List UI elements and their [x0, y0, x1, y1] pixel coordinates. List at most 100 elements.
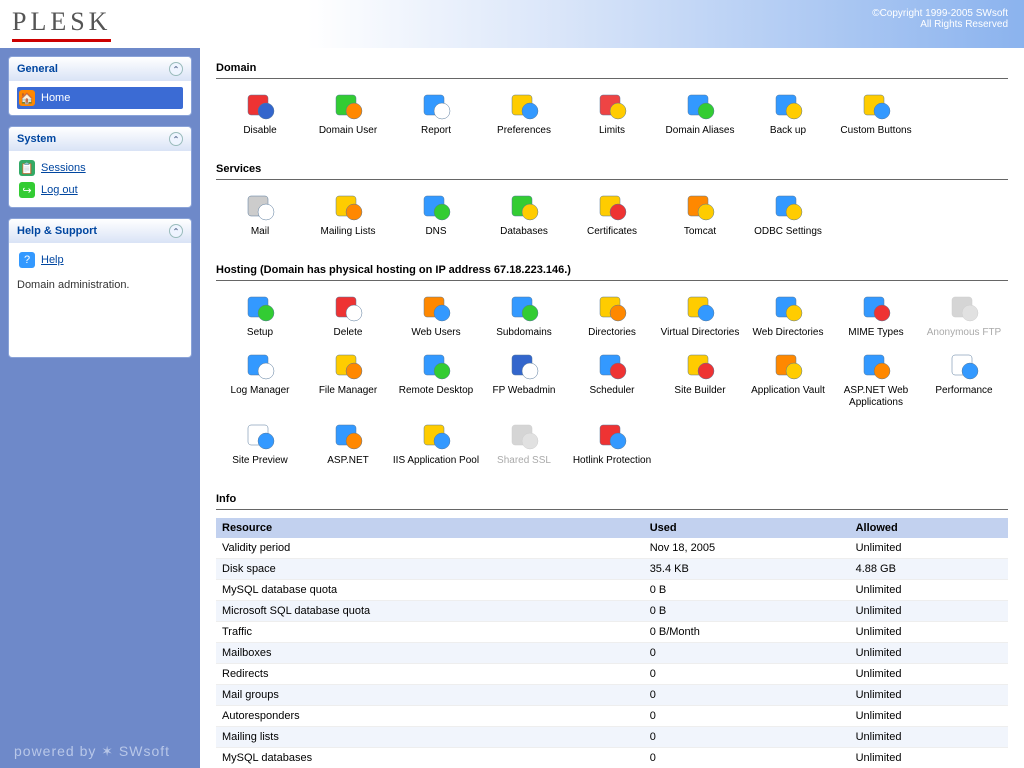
panel-head[interactable]: Help & Support⌃ — [9, 219, 191, 243]
table-row: Validity periodNov 18, 2005Unlimited — [216, 538, 1008, 559]
setup-button[interactable]: Setup — [216, 289, 304, 347]
icon-label: Site Preview — [216, 455, 304, 467]
mime-types-button[interactable]: MIME Types — [832, 289, 920, 347]
icon-label: Databases — [480, 226, 568, 238]
domain-aliases-button[interactable]: Domain Aliases — [656, 87, 744, 145]
icon-label: Subdomains — [480, 327, 568, 339]
site-preview-icon — [244, 419, 276, 451]
collapse-icon[interactable]: ⌃ — [169, 224, 183, 238]
mailing-lists-button[interactable]: Mailing Lists — [304, 188, 392, 246]
cell-used: 35.4 KB — [644, 559, 850, 580]
site-builder-icon — [684, 349, 716, 381]
nav-help[interactable]: ?Help — [17, 249, 183, 271]
shared-ssl-icon — [508, 419, 540, 451]
subdomains-button[interactable]: Subdomains — [480, 289, 568, 347]
web-users-button[interactable]: Web Users — [392, 289, 480, 347]
cell-used: 0 — [644, 727, 850, 748]
info-table: ResourceUsedAllowed Validity periodNov 1… — [216, 518, 1008, 768]
site-preview-button[interactable]: Site Preview — [216, 417, 304, 475]
section-services-title: Services — [216, 159, 1008, 180]
custom-buttons-button[interactable]: Custom Buttons — [832, 87, 920, 145]
preferences-button[interactable]: Preferences — [480, 87, 568, 145]
copyright: ©Copyright 1999-2005 SWsoft All Rights R… — [872, 8, 1008, 30]
table-row: Mail groups0Unlimited — [216, 685, 1008, 706]
header: PLESK ©Copyright 1999-2005 SWsoft All Ri… — [0, 0, 1024, 48]
fp-webadmin-button[interactable]: FP Webadmin — [480, 347, 568, 417]
icon-label: ODBC Settings — [744, 226, 832, 238]
file-manager-button[interactable]: File Manager — [304, 347, 392, 417]
mail-button[interactable]: Mail — [216, 188, 304, 246]
performance-button[interactable]: Performance — [920, 347, 1008, 417]
report-button[interactable]: Report — [392, 87, 480, 145]
backup-icon — [772, 89, 804, 121]
app-vault-button[interactable]: Application Vault — [744, 347, 832, 417]
databases-button[interactable]: Databases — [480, 188, 568, 246]
icon-label: Back up — [744, 125, 832, 137]
directories-button[interactable]: Directories — [568, 289, 656, 347]
iis-pool-button[interactable]: IIS Application Pool — [392, 417, 480, 475]
panel-head[interactable]: System⌃ — [9, 127, 191, 151]
panel-head[interactable]: General⌃ — [9, 57, 191, 81]
dns-icon — [420, 190, 452, 222]
sidebar: General⌃ 🏠Home System⌃ 📋Sessions↪Log out Hel… — [0, 48, 200, 768]
aspnet-apps-button[interactable]: ASP.NET Web Applications — [832, 347, 920, 417]
cell-allowed: Unlimited — [850, 748, 1008, 768]
site-builder-button[interactable]: Site Builder — [656, 347, 744, 417]
cell-used: 0 — [644, 706, 850, 727]
certificates-button[interactable]: Certificates — [568, 188, 656, 246]
icon-label: Delete — [304, 327, 392, 339]
virtual-dirs-button[interactable]: Virtual Directories — [656, 289, 744, 347]
cell-allowed: Unlimited — [850, 538, 1008, 559]
section-hosting-title: Hosting (Domain has physical hosting on … — [216, 260, 1008, 281]
cell-resource: Disk space — [216, 559, 644, 580]
cell-resource: Autoresponders — [216, 706, 644, 727]
iis-pool-icon — [420, 419, 452, 451]
scheduler-button[interactable]: Scheduler — [568, 347, 656, 417]
domain-user-button[interactable]: Domain User — [304, 87, 392, 145]
limits-button[interactable]: Limits — [568, 87, 656, 145]
sidebar-panel-general: General⌃ 🏠Home — [8, 56, 192, 116]
report-icon — [420, 89, 452, 121]
cell-used: 0 B — [644, 580, 850, 601]
nav-home[interactable]: 🏠Home — [17, 87, 183, 109]
icon-label: Remote Desktop — [392, 385, 480, 397]
tomcat-button[interactable]: Tomcat — [656, 188, 744, 246]
icon-label: Custom Buttons — [832, 125, 920, 137]
cell-used: 0 — [644, 685, 850, 706]
aspnet-button[interactable]: ASP.NET — [304, 417, 392, 475]
disable-button[interactable]: Disable — [216, 87, 304, 145]
log-manager-button[interactable]: Log Manager — [216, 347, 304, 417]
aspnet-apps-icon — [860, 349, 892, 381]
icon-label: DNS — [392, 226, 480, 238]
cell-allowed: Unlimited — [850, 622, 1008, 643]
odbc-button[interactable]: ODBC Settings — [744, 188, 832, 246]
nav-logout[interactable]: ↪Log out — [17, 179, 183, 201]
hotlink-button[interactable]: Hotlink Protection — [568, 417, 656, 475]
logo: PLESK — [12, 7, 111, 42]
icon-label: Anonymous FTP — [920, 327, 1008, 339]
cell-allowed: Unlimited — [850, 685, 1008, 706]
dns-button[interactable]: DNS — [392, 188, 480, 246]
backup-button[interactable]: Back up — [744, 87, 832, 145]
remote-desktop-button[interactable]: Remote Desktop — [392, 347, 480, 417]
table-row: Disk space35.4 KB4.88 GB — [216, 559, 1008, 580]
web-dirs-button[interactable]: Web Directories — [744, 289, 832, 347]
icon-label: Directories — [568, 327, 656, 339]
icon-label: Setup — [216, 327, 304, 339]
odbc-icon — [772, 190, 804, 222]
collapse-icon[interactable]: ⌃ — [169, 132, 183, 146]
collapse-icon[interactable]: ⌃ — [169, 62, 183, 76]
app-vault-icon — [772, 349, 804, 381]
icon-label: Preferences — [480, 125, 568, 137]
log-manager-icon — [244, 349, 276, 381]
anon-ftp-icon — [948, 291, 980, 323]
subdomains-icon — [508, 291, 540, 323]
cell-resource: Traffic — [216, 622, 644, 643]
icon-label: Domain User — [304, 125, 392, 137]
delete-button[interactable]: Delete — [304, 289, 392, 347]
icon-label: Site Builder — [656, 385, 744, 397]
nav-sessions[interactable]: 📋Sessions — [17, 157, 183, 179]
domain-aliases-icon — [684, 89, 716, 121]
icon-label: Mail — [216, 226, 304, 238]
domain-grid: Disable Domain User Report Preferences L… — [216, 87, 1008, 145]
